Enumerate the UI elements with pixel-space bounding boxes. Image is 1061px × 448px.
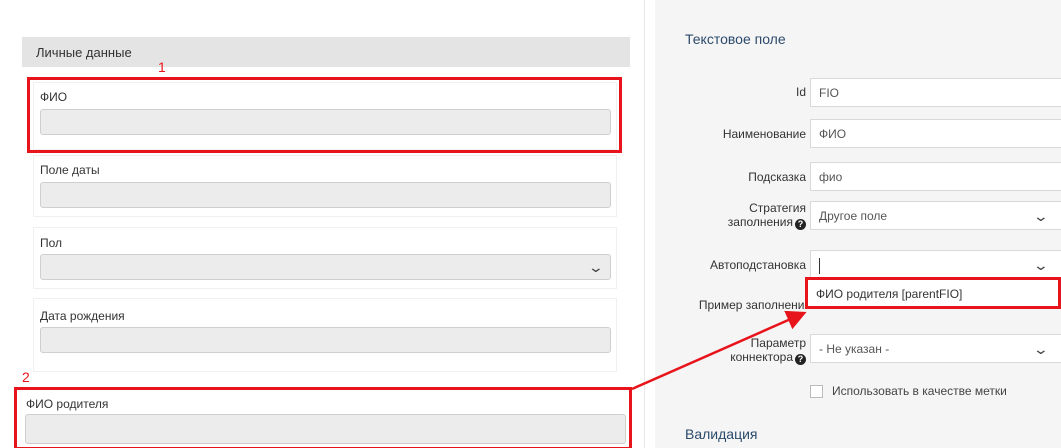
annotation-arrow (631, 310, 807, 391)
